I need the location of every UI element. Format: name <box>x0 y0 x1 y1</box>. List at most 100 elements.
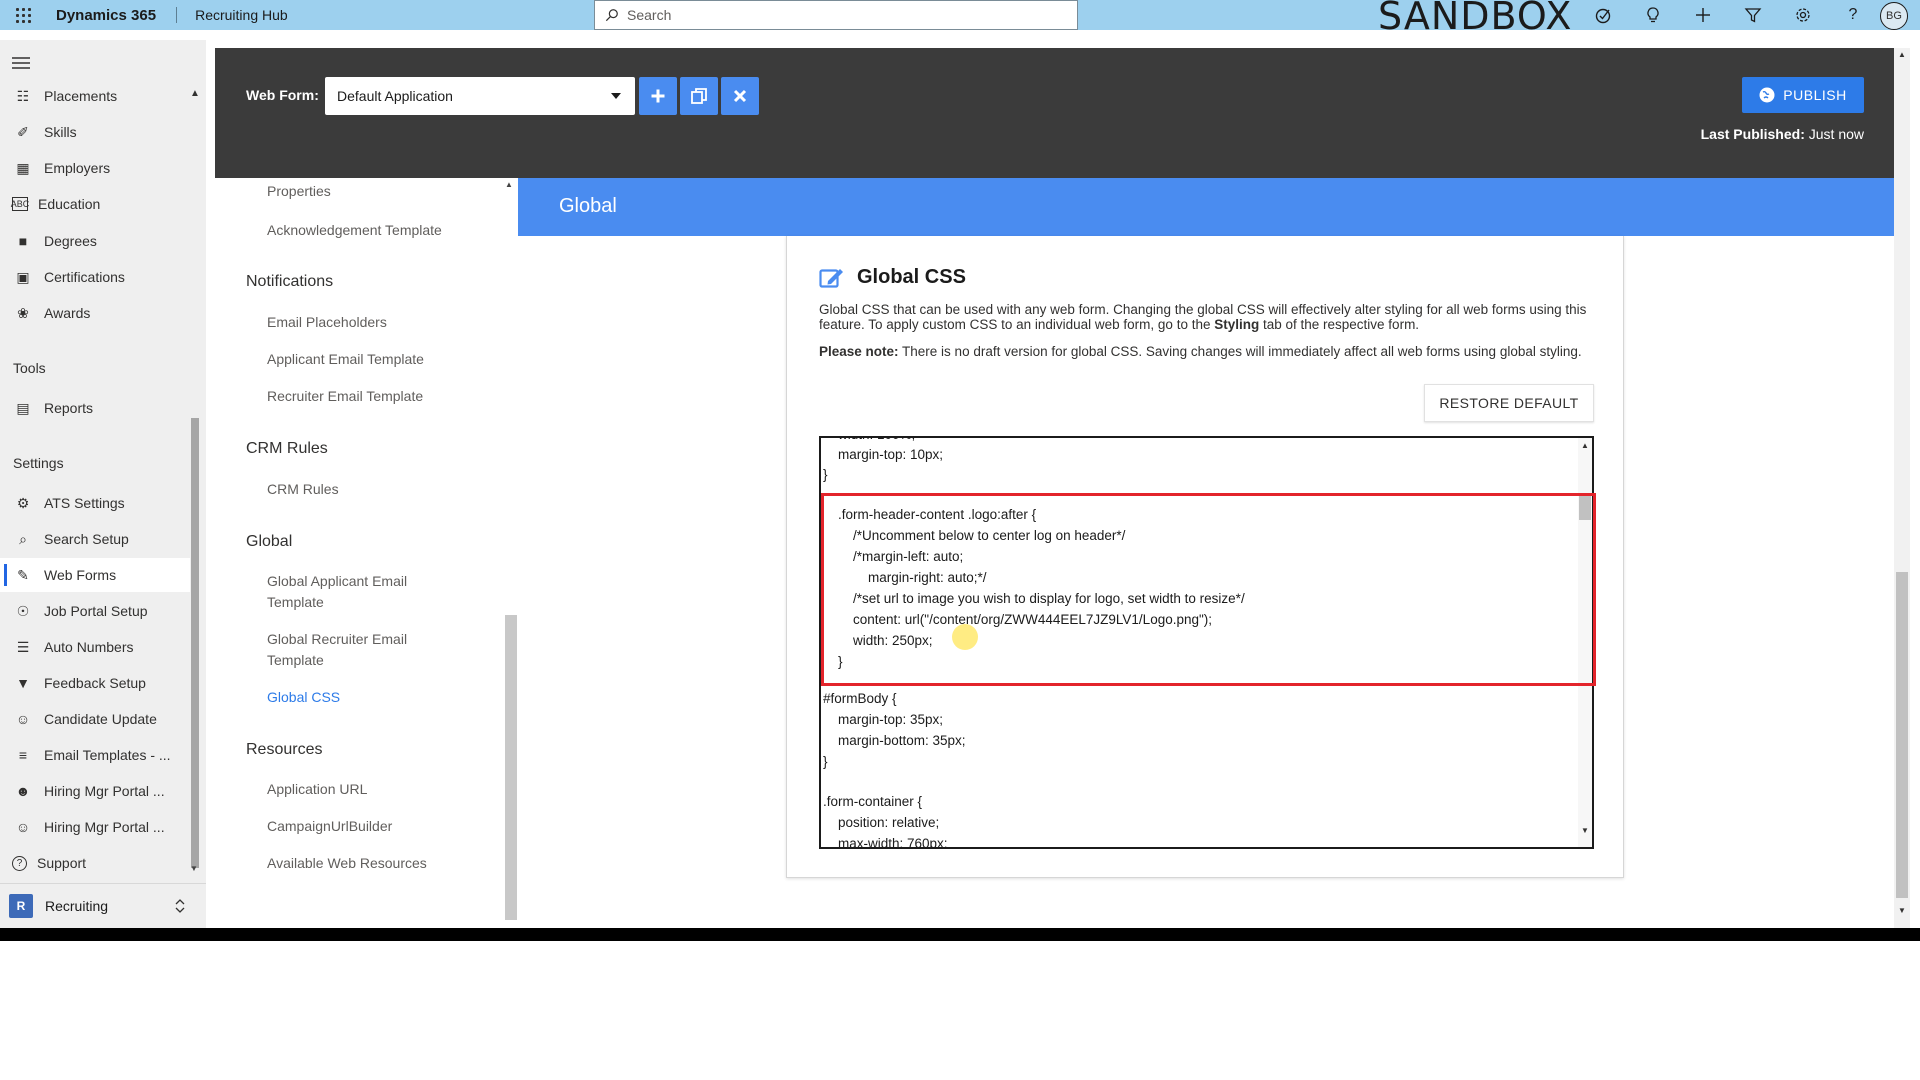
scroll-down-icon[interactable]: ▼ <box>1581 826 1589 835</box>
section-title: Global CSS <box>857 266 966 288</box>
scroll-up-icon[interactable]: ▲ <box>1898 50 1906 59</box>
user-avatar[interactable]: BG <box>1880 2 1908 30</box>
area-switcher[interactable]: R Recruiting <box>0 883 206 927</box>
skills-icon: ✐ <box>17 123 29 140</box>
nav-item-label: Degrees <box>44 233 97 249</box>
nav-group-tools: Tools <box>13 360 46 376</box>
close-icon <box>733 89 747 103</box>
nav-item-feedback-setup[interactable]: ▼ Feedback Setup <box>0 666 190 700</box>
nav-item-ats-settings[interactable]: ⚙ ATS Settings <box>0 486 190 520</box>
menu-item-global-recruiter-email-template[interactable]: Global Recruiter Email Template <box>267 629 427 671</box>
menu-item-global-css[interactable]: Global CSS <box>267 687 467 708</box>
menu-item-acknowledgement-template[interactable]: Acknowledgement Template <box>267 220 467 241</box>
delete-form-button[interactable] <box>721 77 759 115</box>
global-search-input[interactable]: Search <box>594 0 1078 30</box>
menu-item-application-url[interactable]: Application URL <box>267 779 467 800</box>
last-published-status: Last Published: Just now <box>1701 126 1864 142</box>
nav-item-degrees[interactable]: ■ Degrees <box>0 224 190 258</box>
menu-item-email-placeholders[interactable]: Email Placeholders <box>267 312 467 333</box>
menu-item-properties[interactable]: Properties <box>267 181 467 202</box>
nav-item-search-setup[interactable]: ⌕ Search Setup <box>0 522 190 556</box>
code-line: margin-top: 10px; <box>823 447 944 462</box>
web-form-label: Web Form: <box>246 87 319 103</box>
placements-icon: ☷ <box>16 87 30 104</box>
menu-item-applicant-email-template[interactable]: Applicant Email Template <box>267 349 467 370</box>
divider <box>176 7 178 23</box>
menu-group-global: Global <box>246 533 293 550</box>
add-form-button[interactable] <box>639 77 677 115</box>
restore-default-button[interactable]: RESTORE DEFAULT <box>1424 384 1594 422</box>
nav-item-web-forms[interactable]: ✎ Web Forms <box>0 558 190 592</box>
nav-item-hiring-mgr-portal-2[interactable]: ☺ Hiring Mgr Portal ... <box>0 810 190 844</box>
nav-scrollbar[interactable] <box>191 418 199 868</box>
nav-item-label: Auto Numbers <box>44 639 134 655</box>
annotation-highlight-box <box>821 493 1596 686</box>
filter-button[interactable] <box>1728 0 1778 30</box>
nav-item-candidate-update[interactable]: ☺ Candidate Update <box>0 702 190 736</box>
hamburger-menu-icon[interactable] <box>12 56 30 70</box>
settings-button[interactable] <box>1778 0 1828 30</box>
code-line: margin-bottom: 35px; <box>823 733 966 748</box>
scroll-down-icon[interactable]: ▼ <box>190 864 198 873</box>
chevron-up-down-icon <box>175 899 185 913</box>
nav-item-certifications[interactable]: ▣ Certifications <box>0 260 190 294</box>
nav-item-awards[interactable]: ❀ Awards <box>0 296 190 330</box>
scroll-up-icon[interactable]: ▲ <box>505 180 513 189</box>
menu-group-crm-rules: CRM Rules <box>246 440 328 457</box>
help-button[interactable]: ? <box>1828 0 1878 30</box>
degrees-icon: ■ <box>18 233 28 249</box>
nav-item-support[interactable]: ? Support <box>0 846 190 880</box>
nav-item-skills[interactable]: ✐ Skills <box>0 115 190 149</box>
nav-item-job-portal-setup[interactable]: ☉ Job Portal Setup <box>0 594 190 628</box>
nav-item-auto-numbers[interactable]: ☰ Auto Numbers <box>0 630 190 664</box>
nav-item-placements[interactable]: ☷ Placements <box>0 79 190 113</box>
menu-item-campaign-url-builder[interactable]: CampaignUrlBuilder <box>267 816 467 837</box>
nav-item-education[interactable]: ABC Education <box>0 187 190 221</box>
code-line: #formBody { <box>823 691 897 706</box>
web-forms-icon: ✎ <box>17 566 29 583</box>
nav-item-employers[interactable]: ▦ Employers <box>0 151 190 185</box>
app-name[interactable]: Dynamics 365 <box>56 7 156 24</box>
menu-item-global-applicant-email-template[interactable]: Global Applicant Email Template <box>267 571 427 613</box>
collapse-group-icon[interactable]: ▲ <box>190 88 200 99</box>
gear-icon <box>1796 8 1810 22</box>
nav-item-label: Job Portal Setup <box>44 603 148 619</box>
person-icon: ☺ <box>15 711 31 727</box>
web-form-header: Web Form: Default Application PUBLISH La… <box>215 48 1894 178</box>
scrollbar-thumb[interactable] <box>1896 572 1908 898</box>
nav-item-label: Certifications <box>44 269 125 285</box>
note-label: Please note: <box>819 344 899 359</box>
menu-item-available-web-resources[interactable]: Available Web Resources <box>267 853 467 874</box>
task-flow-button[interactable] <box>1578 0 1628 30</box>
code-line: } <box>823 754 828 769</box>
copy-form-button[interactable] <box>680 77 718 115</box>
nav-item-label: Candidate Update <box>44 711 157 727</box>
description-text: Global CSS that can be used with any web… <box>819 302 1587 332</box>
globe-icon <box>1759 87 1775 103</box>
new-button[interactable] <box>1678 0 1728 30</box>
nav-item-reports[interactable]: ▤ Reports <box>0 391 190 425</box>
nav-item-email-templates[interactable]: ≡ Email Templates - ... <box>0 738 190 772</box>
app-launcher-button[interactable] <box>0 0 46 30</box>
menu-item-recruiter-email-template[interactable]: Recruiter Email Template <box>267 386 467 407</box>
lightbulb-icon <box>1647 7 1659 23</box>
nav-item-label: Web Forms <box>44 567 117 583</box>
help-icon: ? <box>12 855 27 871</box>
menu-item-crm-rules[interactable]: CRM Rules <box>267 479 467 500</box>
publish-button[interactable]: PUBLISH <box>1742 77 1864 113</box>
nav-item-hiring-mgr-portal-1[interactable]: ☻ Hiring Mgr Portal ... <box>0 774 190 808</box>
certifications-icon: ▣ <box>16 268 30 285</box>
scroll-up-icon[interactable]: ▲ <box>1581 441 1589 450</box>
scrollbar-thumb[interactable] <box>505 615 517 920</box>
web-form-select[interactable]: Default Application <box>325 77 635 115</box>
menu-scrollbar[interactable]: ▲ <box>501 178 517 920</box>
main-scrollbar[interactable]: ▲ ▼ <box>1894 48 1910 928</box>
section-banner: Global <box>518 178 1894 236</box>
scroll-down-icon[interactable]: ▼ <box>1898 906 1906 915</box>
left-navigation: ▲ ☷ Placements ✐ Skills ▦ Employers ABC … <box>0 40 206 928</box>
nav-item-label: Email Templates - ... <box>44 747 171 763</box>
nav-item-label: Feedback Setup <box>44 675 146 691</box>
dropdown-caret-icon <box>611 93 621 99</box>
ideas-button[interactable] <box>1628 0 1678 30</box>
hub-name[interactable]: Recruiting Hub <box>195 7 288 23</box>
